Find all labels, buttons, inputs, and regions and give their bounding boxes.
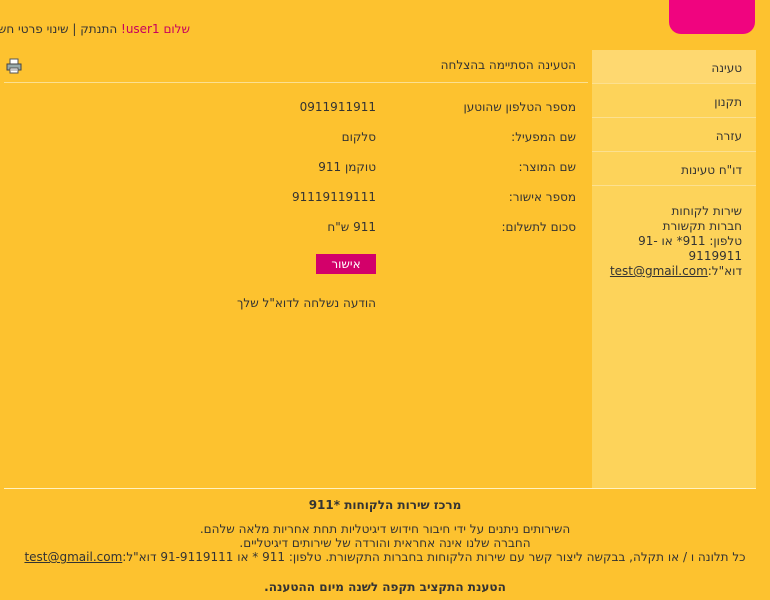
logout-link[interactable]: התנתק xyxy=(80,22,117,36)
top-user-bar: שלום user1! התנתק | שינוי פרטי חשבון xyxy=(0,22,190,36)
email-sent-message: הודעה נשלחה לדוא"ל שלך xyxy=(236,296,376,310)
printer-icon[interactable] xyxy=(6,58,22,74)
account-settings-link[interactable]: שינוי פרטי חשבון xyxy=(0,22,69,36)
separator: | xyxy=(72,22,77,36)
sidebar-item-report[interactable]: דו"ח טעינות xyxy=(592,152,756,186)
value-operator: סלקום xyxy=(341,130,376,144)
contact-email-row: דוא"ל:test@gmail.com xyxy=(609,264,742,278)
logo-block xyxy=(669,0,755,34)
value-phone: 0911911911 xyxy=(299,100,376,114)
label-operator: שם המפעיל: xyxy=(511,130,576,144)
footer-divider xyxy=(4,488,756,489)
label-amount: סכום לתשלום: xyxy=(501,220,576,234)
footer: מרכז שירות הלקוחות *911 השירותים ניתנים … xyxy=(0,498,770,594)
value-product: טוקמן 911 xyxy=(318,160,376,174)
contact-line2: חברות תקשורת xyxy=(662,219,742,233)
footer-email-link[interactable]: test@gmail.com xyxy=(24,550,122,564)
label-confirmation: מספר אישור: xyxy=(508,190,576,204)
label-product: שם המוצר: xyxy=(518,160,576,174)
sidebar-item-help[interactable]: עזרה xyxy=(592,118,756,152)
footer-bottom-note: הטענת התקציב תקפה לשנה מיום ההטענה. xyxy=(264,580,506,594)
contact-email-link[interactable]: test@gmail.com xyxy=(610,264,708,278)
sidebar-item-terms[interactable]: תקנון xyxy=(592,84,756,118)
contact-line1: שירות לקוחות xyxy=(671,204,742,218)
footer-line3: כל תלונה ו / או תקלה, בבקשה ליצור קשר עם… xyxy=(24,550,746,564)
divider xyxy=(4,82,588,83)
value-amount: 911 ש"ח xyxy=(327,220,376,234)
label-phone: מספר הטלפון שהוטען xyxy=(463,100,576,114)
sidebar: טעינה תקנון עזרה דו"ח טעינות שירות לקוחו… xyxy=(592,50,756,488)
page-title: הטעינה הסתיימה בהצלחה xyxy=(440,58,576,72)
sidebar-item-charge[interactable]: טעינה xyxy=(592,50,756,84)
footer-title: מרכז שירות הלקוחות *911 xyxy=(308,498,462,512)
confirm-button[interactable]: אישור xyxy=(316,254,376,274)
sidebar-contact: שירות לקוחות חברות תקשורת טלפון: 911* או… xyxy=(592,186,756,279)
footer-line1: השירותים ניתנים על ידי חיבור חידוש דיגיט… xyxy=(199,522,571,536)
value-confirmation: 91119119111 xyxy=(292,190,376,204)
greeting: שלום user1! xyxy=(121,22,190,36)
footer-line2: החברה שלנו אינה אחראית והורדה של שירותים… xyxy=(239,536,531,550)
contact-phone: טלפון: 911* או 91-9119911 xyxy=(638,234,742,263)
